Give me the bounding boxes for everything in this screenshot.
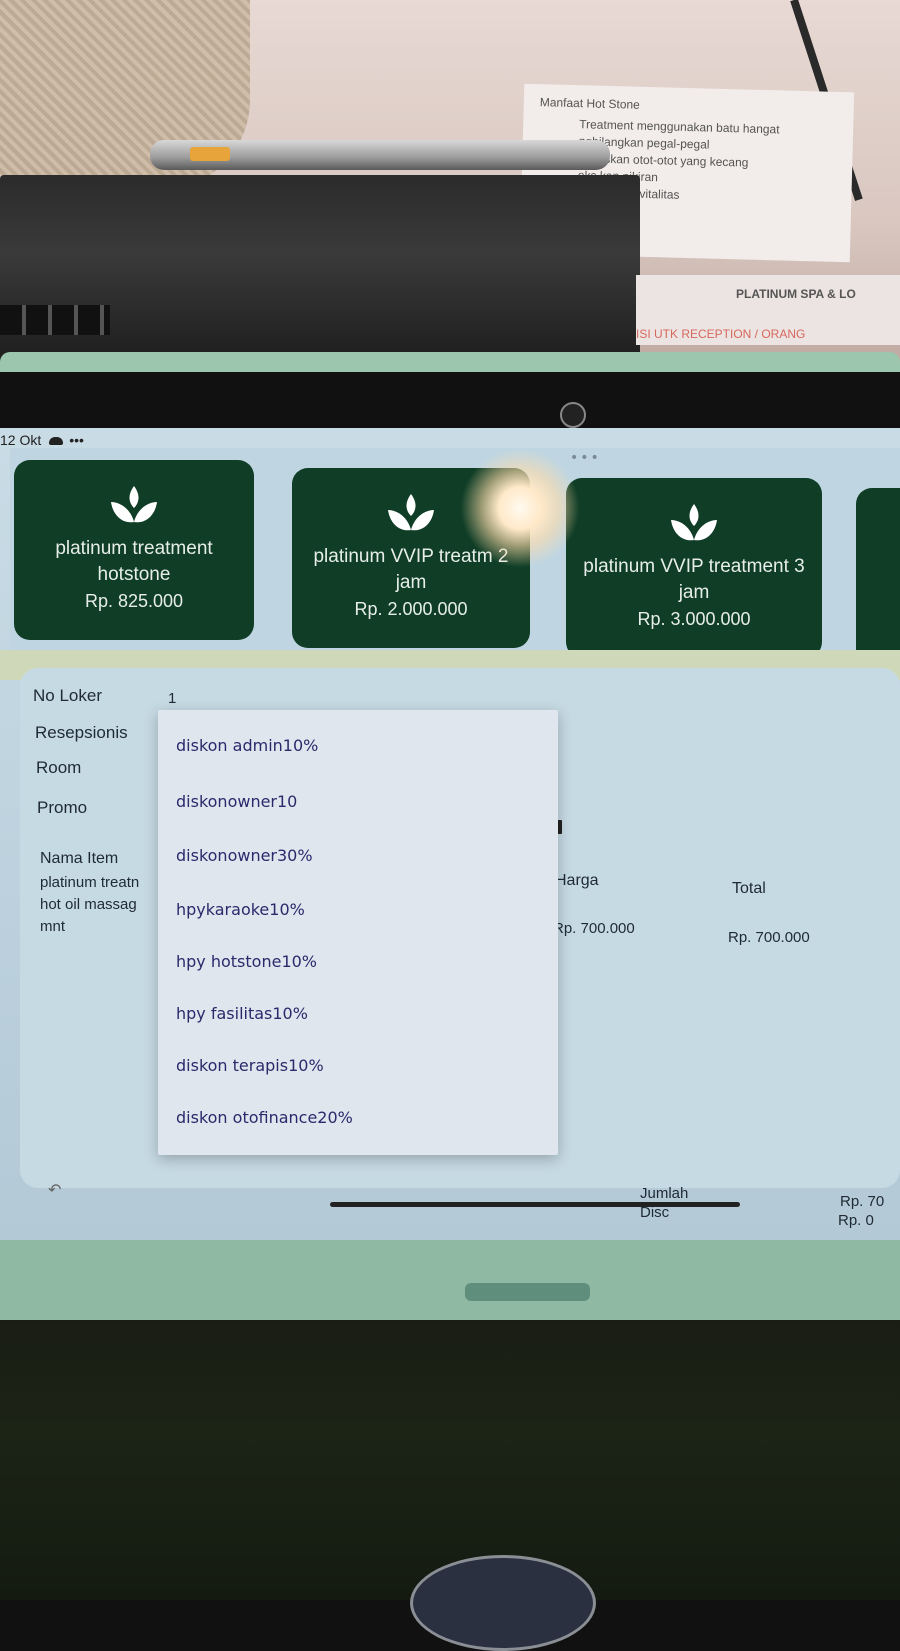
promo-dropdown-menu: diskon admin10% diskonowner10 diskonowne… xyxy=(158,710,558,1155)
case-pen-slot xyxy=(465,1283,590,1301)
black-box xyxy=(0,175,640,370)
item-harga: Rp. 700.000 xyxy=(553,920,635,937)
promo-option[interactable]: hpy hotstone10% xyxy=(176,952,317,971)
item-name-line: hot oil massag xyxy=(40,896,137,913)
back-icon[interactable]: ↶ xyxy=(48,1180,61,1199)
item-name-line: platinum treatn xyxy=(40,874,140,891)
camera-icon xyxy=(560,402,586,428)
cloud-icon xyxy=(49,437,64,446)
treatment-price: Rp. 825.000 xyxy=(84,591,184,611)
col-harga: Harga xyxy=(555,872,599,889)
tablet-case-bottom xyxy=(0,1240,900,1330)
status-bar: 12 Okt ••• xyxy=(0,432,84,448)
disc-value: Rp. 0 xyxy=(838,1212,874,1229)
treatment-price: Rp. 3.000.000 xyxy=(637,609,751,629)
treatment-card[interactable]: platinum treatment hotstone Rp. 825.000 xyxy=(14,460,254,640)
promo-option[interactable]: diskon terapis10% xyxy=(176,1056,324,1075)
home-indicator[interactable] xyxy=(330,1202,740,1207)
resepsionis-label: Resepsionis xyxy=(35,723,128,742)
jumlah-label: Jumlah xyxy=(640,1185,689,1202)
promo-option[interactable]: diskon otofinance20% xyxy=(176,1108,353,1127)
promo-option[interactable]: hpy fasilitas10% xyxy=(176,1004,308,1023)
desk-surface xyxy=(0,1320,900,1600)
no-loker-label: No Loker xyxy=(33,686,102,705)
lotus-icon xyxy=(111,486,157,523)
sign-subtitle: ISI UTK RECEPTION / ORANG xyxy=(636,327,806,341)
note-title: Manfaat Hot Stone xyxy=(539,95,641,112)
treatment-card[interactable]: platinum VVIP treatment 3 jam Rp. 3.000.… xyxy=(566,478,822,658)
lotus-icon xyxy=(388,494,434,531)
light-glare xyxy=(460,448,580,568)
jumlah-value: Rp. 70 xyxy=(840,1193,885,1210)
pen-band xyxy=(190,147,230,161)
promo-option[interactable]: diskon admin10% xyxy=(176,736,318,755)
sign-title: PLATINUM SPA & LO xyxy=(736,287,856,301)
no-loker-value[interactable]: 1 xyxy=(168,690,176,707)
pen xyxy=(150,140,610,170)
item-total: Rp. 700.000 xyxy=(728,929,810,946)
status-date: 12 Okt xyxy=(0,432,42,448)
multitask-handle[interactable]: ••• xyxy=(570,450,601,466)
treatment-card-partial[interactable] xyxy=(856,488,900,668)
col-nama-item: Nama Item xyxy=(40,850,119,867)
emblem-icon xyxy=(410,1555,596,1651)
tablet-screen: 12 Okt ••• ••• platinum treatment hotston… xyxy=(0,428,900,1240)
promo-option[interactable]: hpykaraoke10% xyxy=(176,900,305,919)
promo-option[interactable]: diskonowner10 xyxy=(176,792,297,811)
room-label: Room xyxy=(36,758,82,777)
treatment-name: platinum VVIP treatment 3 jam xyxy=(583,556,805,603)
col-total: Total xyxy=(732,880,766,897)
spa-sign: PLATINUM SPA & LO ISI UTK RECEPTION / OR… xyxy=(636,275,900,345)
promo-label: Promo xyxy=(37,798,88,817)
treatment-price: Rp. 2.000.000 xyxy=(354,599,468,619)
more-icon[interactable]: ••• xyxy=(69,432,84,448)
promo-option[interactable]: diskonowner30% xyxy=(176,846,313,865)
item-name-line: mnt xyxy=(40,918,66,935)
box-vents xyxy=(0,305,110,335)
treatment-name: platinum treatment hotstone xyxy=(55,538,213,585)
lotus-icon xyxy=(671,504,717,541)
